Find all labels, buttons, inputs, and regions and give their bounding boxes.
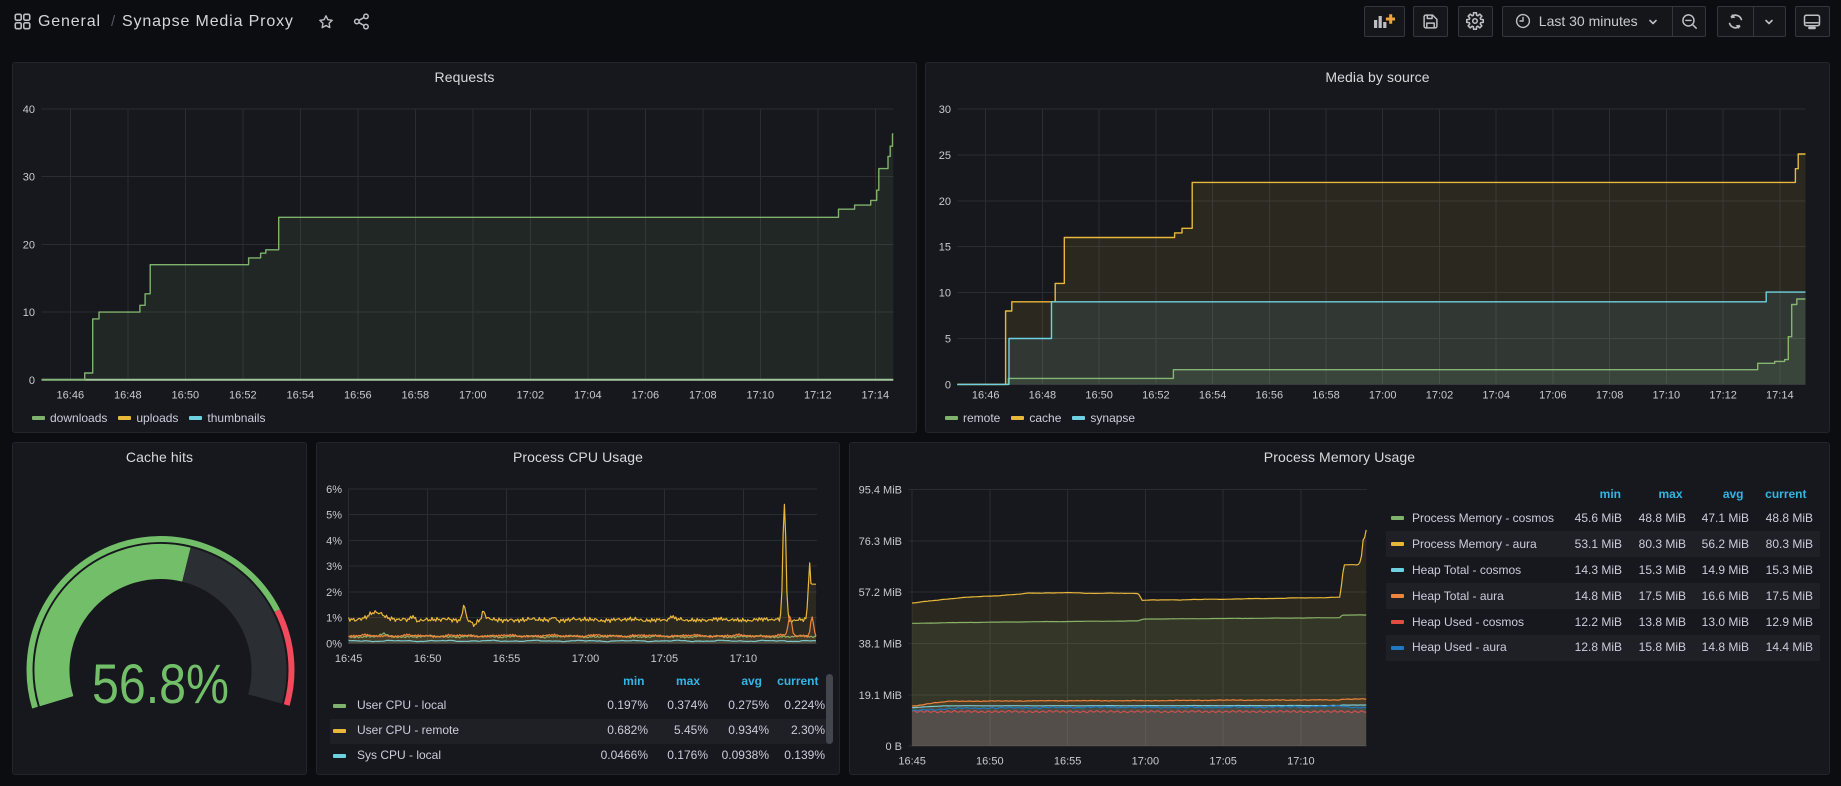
svg-text:0: 0: [29, 375, 35, 387]
svg-text:17:10: 17:10: [730, 653, 758, 665]
svg-text:2%: 2%: [326, 587, 342, 599]
svg-text:17:00: 17:00: [459, 390, 487, 402]
svg-text:16:52: 16:52: [1142, 390, 1170, 402]
svg-text:30: 30: [23, 172, 35, 184]
svg-text:17:05: 17:05: [651, 653, 679, 665]
svg-text:17:08: 17:08: [1596, 390, 1624, 402]
svg-text:16:45: 16:45: [335, 653, 363, 665]
svg-text:16:54: 16:54: [1199, 390, 1227, 402]
svg-text:16:58: 16:58: [402, 390, 430, 402]
svg-text:17:06: 17:06: [1539, 390, 1567, 402]
svg-text:25: 25: [939, 150, 951, 162]
svg-text:17:14: 17:14: [1766, 390, 1794, 402]
svg-text:3%: 3%: [326, 561, 342, 573]
svg-text:56.8%: 56.8%: [92, 652, 229, 715]
svg-text:40: 40: [23, 104, 35, 116]
svg-text:16:48: 16:48: [1029, 390, 1057, 402]
svg-text:16:45: 16:45: [898, 756, 926, 768]
svg-text:17:05: 17:05: [1209, 756, 1237, 768]
svg-text:1%: 1%: [326, 613, 342, 625]
svg-text:57.2 MiB: 57.2 MiB: [859, 587, 902, 599]
svg-text:0 B: 0 B: [885, 741, 902, 753]
svg-text:16:50: 16:50: [172, 390, 200, 402]
svg-text:4%: 4%: [326, 535, 342, 547]
svg-text:17:12: 17:12: [1709, 390, 1737, 402]
svg-text:17:00: 17:00: [572, 653, 600, 665]
svg-text:17:10: 17:10: [747, 390, 775, 402]
svg-text:16:55: 16:55: [493, 653, 521, 665]
svg-text:17:04: 17:04: [574, 390, 602, 402]
svg-text:95.4 MiB: 95.4 MiB: [859, 485, 902, 497]
svg-text:16:50: 16:50: [1085, 390, 1113, 402]
svg-text:17:12: 17:12: [804, 390, 832, 402]
svg-text:16:52: 16:52: [229, 390, 257, 402]
svg-text:16:50: 16:50: [414, 653, 442, 665]
svg-text:16:56: 16:56: [1256, 390, 1284, 402]
svg-text:20: 20: [23, 239, 35, 251]
svg-text:17:10: 17:10: [1653, 390, 1681, 402]
svg-text:16:56: 16:56: [344, 390, 372, 402]
svg-text:6%: 6%: [326, 484, 342, 496]
svg-text:16:50: 16:50: [976, 756, 1004, 768]
svg-text:16:48: 16:48: [114, 390, 142, 402]
svg-text:17:00: 17:00: [1369, 390, 1397, 402]
svg-text:17:04: 17:04: [1482, 390, 1510, 402]
svg-text:17:06: 17:06: [632, 390, 660, 402]
svg-text:16:46: 16:46: [57, 390, 85, 402]
svg-text:19.1 MiB: 19.1 MiB: [859, 690, 902, 702]
svg-text:16:54: 16:54: [287, 390, 315, 402]
svg-text:17:08: 17:08: [689, 390, 717, 402]
svg-text:30: 30: [939, 104, 951, 116]
svg-text:10: 10: [939, 288, 951, 300]
svg-text:17:00: 17:00: [1132, 756, 1160, 768]
svg-text:0%: 0%: [326, 639, 342, 651]
svg-text:17:02: 17:02: [517, 390, 545, 402]
svg-text:38.1 MiB: 38.1 MiB: [859, 639, 902, 651]
svg-text:20: 20: [939, 196, 951, 208]
svg-text:15: 15: [939, 242, 951, 254]
svg-text:16:58: 16:58: [1312, 390, 1340, 402]
svg-text:10: 10: [23, 307, 35, 319]
svg-text:16:46: 16:46: [972, 390, 1000, 402]
svg-text:0: 0: [945, 379, 951, 391]
svg-text:17:14: 17:14: [862, 390, 890, 402]
svg-text:5: 5: [945, 334, 951, 346]
svg-text:5%: 5%: [326, 510, 342, 522]
svg-text:16:55: 16:55: [1054, 756, 1082, 768]
svg-text:17:02: 17:02: [1426, 390, 1454, 402]
svg-text:76.3 MiB: 76.3 MiB: [859, 536, 902, 548]
svg-text:17:10: 17:10: [1287, 756, 1315, 768]
